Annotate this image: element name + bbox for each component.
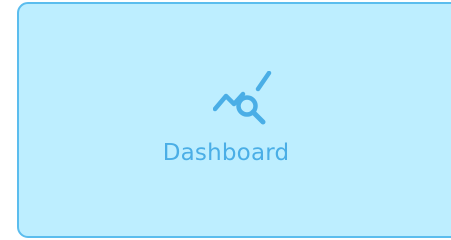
dashboard-tile[interactable]: Dashboard <box>17 2 451 238</box>
chart-search-icon <box>213 71 273 127</box>
tile-label: Dashboard <box>162 140 290 166</box>
page: Dashboard <box>0 0 451 240</box>
